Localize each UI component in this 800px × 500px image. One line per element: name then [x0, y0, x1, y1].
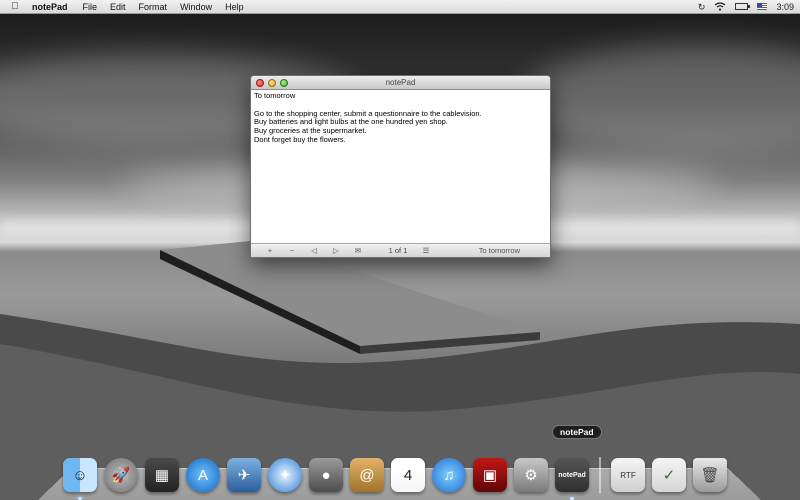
- facetime-icon: ●: [309, 458, 343, 492]
- dock-item-finder[interactable]: ☺: [62, 457, 98, 500]
- mail-icon: ✈: [227, 458, 261, 492]
- delete-note-button[interactable]: −: [281, 246, 303, 255]
- photo-booth-icon: ▣: [473, 458, 507, 492]
- dock-item-downloads[interactable]: ✓: [651, 457, 687, 493]
- close-button[interactable]: [256, 79, 264, 87]
- flag-icon[interactable]: [757, 3, 768, 10]
- mission-control-icon: ▦: [145, 458, 179, 492]
- menu-file[interactable]: File: [83, 2, 98, 12]
- app-store-icon: A: [186, 458, 220, 492]
- menu-format[interactable]: Format: [139, 2, 168, 12]
- notepad-icon: notePad: [555, 458, 589, 492]
- dock-item-documents[interactable]: RTF: [610, 457, 646, 493]
- clock[interactable]: 3:09: [776, 0, 794, 14]
- previous-note-button[interactable]: ◁: [303, 246, 325, 255]
- dock-item-mail[interactable]: ✈: [226, 457, 262, 493]
- contacts-icon: @: [350, 458, 384, 492]
- status-area: ↻ 3:09: [698, 0, 800, 14]
- add-note-button[interactable]: +: [259, 246, 281, 255]
- mail-icon[interactable]: ✉: [347, 246, 369, 255]
- dock: ☺ 🚀 ▦ A ✈ ✦ ● @4 ♫ ▣ ⚙ notePad RTF ✓ 🗑: [62, 443, 728, 500]
- menu-edit[interactable]: Edit: [110, 2, 126, 12]
- note-text-area[interactable]: To tomorrow Go to the shopping center, s…: [251, 90, 550, 244]
- launchpad-icon: 🚀: [104, 458, 138, 492]
- dock-item-notepad[interactable]: notePad: [554, 457, 590, 500]
- calendar-icon: 4: [391, 458, 425, 492]
- apple-icon[interactable]: : [0, 1, 30, 12]
- dock-separator: [599, 457, 601, 493]
- menu-bar:  notePad File Edit Format Window Help ↻…: [0, 0, 800, 14]
- dock-item-contacts[interactable]: @: [349, 457, 385, 493]
- minimize-button[interactable]: [268, 79, 276, 87]
- downloads-icon: ✓: [652, 458, 686, 492]
- list-icon[interactable]: ☰: [415, 246, 437, 255]
- itunes-icon: ♫: [432, 458, 466, 492]
- dock-item-trash[interactable]: 🗑: [692, 457, 728, 493]
- window-title: notePad: [385, 78, 416, 87]
- time-machine-icon[interactable]: ↻: [698, 0, 706, 14]
- dock-item-itunes[interactable]: ♫: [431, 457, 467, 493]
- safari-icon: ✦: [268, 458, 302, 492]
- zoom-button[interactable]: [280, 79, 288, 87]
- battery-icon[interactable]: [735, 3, 751, 10]
- menu-help[interactable]: Help: [225, 2, 244, 12]
- current-note-title: To tomorrow: [478, 246, 520, 255]
- note-toolbar: + − ◁ ▷ ✉ 1 of 1 ☰ To tomorrow: [251, 243, 550, 257]
- dock-item-mission-control[interactable]: ▦: [144, 457, 180, 493]
- dock-item-calendar[interactable]: 4: [390, 457, 426, 493]
- dock-item-system-preferences[interactable]: ⚙: [513, 457, 549, 493]
- finder-icon: ☺: [63, 458, 97, 492]
- dock-item-facetime[interactable]: ●: [308, 457, 344, 493]
- dock-item-safari[interactable]: ✦: [267, 457, 303, 493]
- dock-item-launchpad[interactable]: 🚀: [103, 457, 139, 493]
- wifi-icon[interactable]: [714, 2, 726, 11]
- documents-icon: RTF: [611, 458, 645, 492]
- menu-window[interactable]: Window: [180, 2, 212, 12]
- next-note-button[interactable]: ▷: [325, 246, 347, 255]
- trash-icon: 🗑: [693, 458, 727, 492]
- dock-tooltip: notePad: [552, 425, 602, 439]
- dock-item-app-store[interactable]: A: [185, 457, 221, 493]
- system-preferences-icon: ⚙: [514, 458, 548, 492]
- page-indicator: 1 of 1: [388, 246, 408, 255]
- dock-item-photo-booth[interactable]: ▣: [472, 457, 508, 493]
- note-line: Dont forget buy the flowers.: [254, 134, 346, 144]
- window-titlebar[interactable]: notePad: [251, 76, 550, 90]
- notepad-window[interactable]: notePad To tomorrow Go to the shopping c…: [250, 75, 551, 258]
- app-menu-notepad[interactable]: notePad: [32, 2, 68, 12]
- note-line: To tomorrow: [254, 91, 296, 100]
